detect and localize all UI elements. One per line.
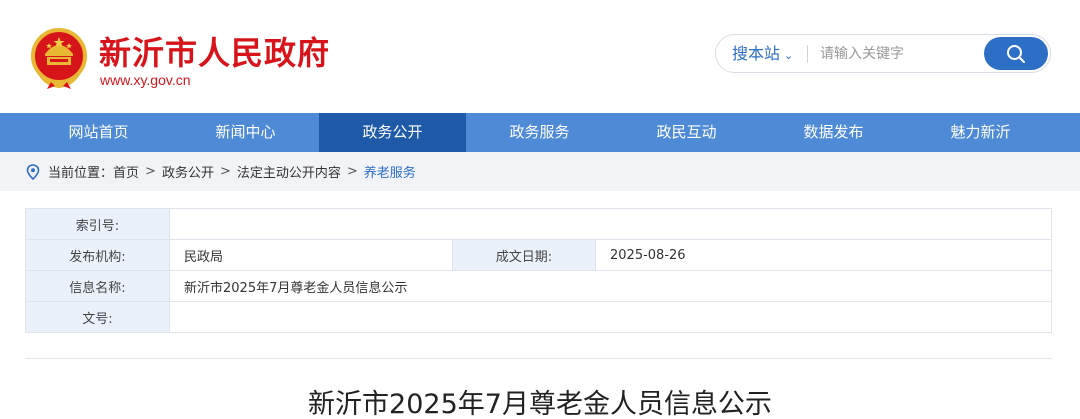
national-emblem-icon xyxy=(31,28,87,89)
search-divider xyxy=(807,45,808,63)
breadcrumb-statutory-disclosure[interactable]: 法定主动公开内容 xyxy=(237,162,341,181)
breadcrumb-bar: 当前位置： 首页 > 政务公开 > 法定主动公开内容 > 养老服务 xyxy=(0,152,1080,191)
publisher-label: 发布机构: xyxy=(25,239,170,271)
publisher-value: 民政局 xyxy=(169,239,453,271)
breadcrumb-separator: > xyxy=(219,164,231,179)
breadcrumb-gov-affairs-open[interactable]: 政务公开 xyxy=(162,162,214,181)
date-value: 2025-08-26 xyxy=(595,239,1052,271)
breadcrumb-separator: > xyxy=(346,164,358,179)
site-title[interactable]: 新沂市人民政府 xyxy=(99,28,330,74)
doc-number-label: 文号: xyxy=(25,301,170,333)
main-nav: 网站首页 新闻中心 政务公开 政务服务 政民互动 数据发布 魅力新沂 xyxy=(0,113,1080,152)
site-url[interactable]: www.xy.gov.cn xyxy=(100,72,191,88)
nav-item-gov-services[interactable]: 政务服务 xyxy=(466,113,613,152)
index-number-value xyxy=(169,208,1052,240)
index-number-label: 索引号: xyxy=(25,208,170,240)
nav-item-home[interactable]: 网站首页 xyxy=(25,113,172,152)
breadcrumb-elderly-services[interactable]: 养老服务 xyxy=(364,162,416,181)
breadcrumb: 当前位置： 首页 > 政务公开 > 法定主动公开内容 > 养老服务 xyxy=(26,152,416,191)
section-divider xyxy=(25,358,1052,359)
doc-number-value xyxy=(169,301,1052,333)
table-row: 信息名称: 新沂市2025年7月尊老金人员信息公示 xyxy=(25,270,1052,302)
search-input[interactable] xyxy=(820,39,980,68)
chevron-down-icon: ⌄ xyxy=(784,49,794,62)
table-row: 索引号: xyxy=(25,208,1052,240)
document-info-table: 索引号: 发布机构: 民政局 成文日期: 2025-08-26 信息名称: 新沂… xyxy=(25,208,1052,333)
nav-item-charm-xinyi[interactable]: 魅力新沂 xyxy=(907,113,1054,152)
info-name-label: 信息名称: xyxy=(25,270,170,302)
article-title: 新沂市2025年7月尊老金人员信息公示 xyxy=(308,389,772,419)
breadcrumb-home[interactable]: 首页 xyxy=(113,162,139,181)
location-pin-icon xyxy=(26,163,40,180)
breadcrumb-prefix: 当前位置： xyxy=(48,166,114,181)
search-box: 搜本站 ⌄ xyxy=(715,34,1051,73)
nav-item-data-release[interactable]: 数据发布 xyxy=(760,113,907,152)
nav-item-news[interactable]: 新闻中心 xyxy=(172,113,319,152)
nav-item-gov-affairs-open[interactable]: 政务公开 xyxy=(319,113,466,152)
search-scope-dropdown[interactable]: 搜本站 ⌄ xyxy=(732,35,793,72)
table-row: 文号: xyxy=(25,301,1052,333)
table-row: 发布机构: 民政局 成文日期: 2025-08-26 xyxy=(25,239,1052,271)
breadcrumb-separator: > xyxy=(145,164,156,179)
nav-item-interaction[interactable]: 政民互动 xyxy=(613,113,760,152)
search-icon xyxy=(1007,44,1025,63)
info-name-value: 新沂市2025年7月尊老金人员信息公示 xyxy=(169,270,1052,302)
site-header: 新沂市人民政府 www.xy.gov.cn 搜本站 ⌄ xyxy=(0,0,1080,113)
date-label: 成文日期: xyxy=(452,239,596,271)
search-button[interactable] xyxy=(984,37,1048,70)
search-scope-label: 搜本站 xyxy=(732,44,781,63)
